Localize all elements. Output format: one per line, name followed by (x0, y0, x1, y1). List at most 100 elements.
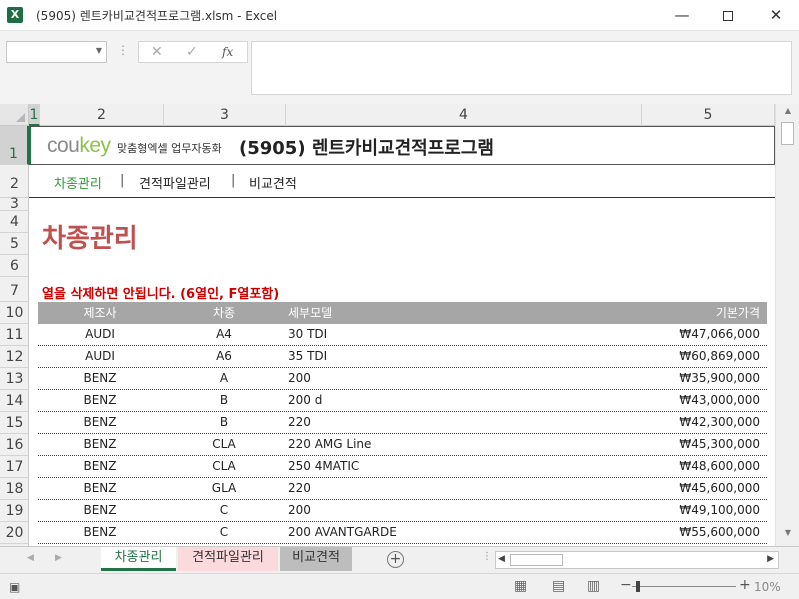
cell-car-type[interactable]: B (162, 390, 286, 411)
row-header[interactable]: 3 (0, 197, 29, 211)
cell-manufacturer[interactable]: AUDI (38, 324, 162, 345)
row-header[interactable]: 10 (0, 302, 29, 324)
row-header[interactable]: 20 (0, 522, 29, 544)
row-header[interactable]: 18 (0, 478, 29, 500)
row-header[interactable]: 19 (0, 500, 29, 522)
vertical-scrollbar[interactable]: ▲ ▼ (775, 104, 799, 546)
cell-model[interactable]: 250 4MATIC (288, 456, 488, 477)
header-manufacturer[interactable]: 제조사 (38, 302, 162, 324)
row-header[interactable]: 7 (0, 277, 29, 302)
table-row[interactable]: BENZ CLA 220 AMG Line ₩45,300,000 (38, 434, 767, 456)
zoom-out-button[interactable]: − (620, 577, 632, 593)
cell-model[interactable]: 200 d (288, 390, 488, 411)
cell-price[interactable]: ₩55,600,000 (558, 522, 760, 543)
cell-car-type[interactable]: C (162, 500, 286, 521)
row-header[interactable]: 17 (0, 456, 29, 478)
scroll-up-icon[interactable]: ▲ (776, 106, 799, 122)
table-row[interactable]: BENZ CLA 250 4MATIC ₩48,600,000 (38, 456, 767, 478)
nav-item-quote-files[interactable]: 견적파일관리 (139, 173, 211, 192)
tab-car-models[interactable]: 차종관리 (101, 547, 176, 571)
horizontal-scrollbar[interactable]: ◀ ▶ (495, 551, 779, 569)
cell-manufacturer[interactable]: BENZ (38, 434, 162, 455)
cancel-icon[interactable]: ✕ (151, 44, 163, 60)
zoom-slider-thumb[interactable] (636, 581, 640, 592)
cell-model[interactable]: 35 TDI (288, 346, 488, 367)
scroll-down-icon[interactable]: ▼ (776, 528, 799, 544)
table-row[interactable]: BENZ B 200 d ₩43,000,000 (38, 390, 767, 412)
row-header[interactable]: 15 (0, 412, 29, 434)
cell-model[interactable]: 220 AMG Line (288, 434, 488, 455)
scroll-right-icon[interactable]: ▶ (767, 554, 774, 564)
table-row[interactable]: BENZ C 200 AVANTGARDE ₩55,600,000 (38, 522, 767, 544)
cell-price[interactable]: ₩35,900,000 (558, 368, 760, 389)
scroll-left-icon[interactable]: ◀ (498, 554, 505, 564)
nav-item-car-models[interactable]: 차종관리 (54, 173, 102, 192)
cell-car-type[interactable]: B (162, 412, 286, 433)
row-header[interactable]: 5 (0, 233, 29, 255)
cell-model[interactable]: 30 TDI (288, 324, 488, 345)
cell-price[interactable]: ₩47,066,000 (558, 324, 760, 345)
row-header[interactable]: 12 (0, 346, 29, 368)
formula-input[interactable] (251, 41, 792, 95)
cell-manufacturer[interactable]: BENZ (38, 456, 162, 477)
row-header[interactable]: 13 (0, 368, 29, 390)
table-row[interactable]: AUDI A6 35 TDI ₩60,869,000 (38, 346, 767, 368)
cell-manufacturer[interactable]: AUDI (38, 346, 162, 367)
cell-price[interactable]: ₩48,600,000 (558, 456, 760, 477)
zoom-slider[interactable] (632, 586, 736, 587)
cell-price[interactable]: ₩42,300,000 (558, 412, 760, 433)
column-header[interactable]: 5 (642, 104, 775, 126)
column-header[interactable]: 2 (40, 104, 164, 126)
table-row[interactable]: BENZ A 200 ₩35,900,000 (38, 368, 767, 390)
column-header[interactable]: 1 (29, 104, 40, 126)
tab-scroll-right-icon[interactable]: ▶ (55, 553, 62, 563)
insert-function-icon[interactable]: fx (222, 45, 233, 59)
cell-price[interactable]: ₩43,000,000 (558, 390, 760, 411)
tab-scroll-left-icon[interactable]: ◀ (27, 553, 34, 563)
add-sheet-button[interactable]: + (387, 551, 404, 568)
zoom-level[interactable]: 10% (754, 580, 781, 594)
cell-model[interactable]: 200 (288, 500, 488, 521)
cell-price[interactable]: ₩45,300,000 (558, 434, 760, 455)
row-header[interactable]: 4 (0, 211, 29, 233)
row-header[interactable]: 11 (0, 324, 29, 346)
cell-price[interactable]: ₩45,600,000 (558, 478, 760, 499)
row-header[interactable]: 6 (0, 255, 29, 277)
page-layout-view-icon[interactable]: ▤ (552, 578, 565, 594)
tab-split-handle-icon[interactable]: ⋮ (482, 551, 492, 562)
row-header[interactable]: 14 (0, 390, 29, 412)
row-header[interactable]: 2 (0, 165, 29, 198)
row-header[interactable]: 16 (0, 434, 29, 456)
cell-model[interactable]: 220 (288, 412, 488, 433)
column-header[interactable]: 4 (286, 104, 642, 126)
scroll-thumb[interactable] (781, 122, 794, 145)
chevron-down-icon[interactable]: ▼ (96, 46, 102, 55)
cell-manufacturer[interactable]: BENZ (38, 368, 162, 389)
table-row[interactable]: BENZ C 200 ₩49,100,000 (38, 500, 767, 522)
cell-price[interactable]: ₩60,869,000 (558, 346, 760, 367)
tab-compare[interactable]: 비교견적 (280, 547, 352, 571)
cell-manufacturer[interactable]: BENZ (38, 390, 162, 411)
cell-model[interactable]: 220 (288, 478, 488, 499)
cell-car-type[interactable]: GLA (162, 478, 286, 499)
drag-handle-icon[interactable]: ⋮ (117, 43, 129, 57)
cell-manufacturer[interactable]: BENZ (38, 478, 162, 499)
macro-recording-icon[interactable]: ▣ (9, 580, 20, 594)
normal-view-icon[interactable]: ▦ (514, 578, 527, 594)
zoom-in-button[interactable]: + (739, 577, 751, 593)
tab-quote-files[interactable]: 견적파일관리 (178, 547, 278, 571)
column-header[interactable]: 3 (164, 104, 286, 126)
enter-icon[interactable]: ✓ (186, 44, 198, 60)
nav-item-compare[interactable]: 비교견적 (249, 173, 297, 192)
sheet-content[interactable]: coukey 맞춤형엑셀 업무자동화 (5905) 렌트카비교견적프로그램 차종… (29, 126, 775, 546)
cell-car-type[interactable]: A6 (162, 346, 286, 367)
page-break-view-icon[interactable]: ▥ (587, 578, 600, 594)
close-button[interactable]: ✕ (753, 0, 799, 31)
cell-car-type[interactable]: CLA (162, 434, 286, 455)
cell-manufacturer[interactable]: BENZ (38, 500, 162, 521)
header-car-type[interactable]: 차종 (162, 302, 286, 324)
cell-car-type[interactable]: A (162, 368, 286, 389)
cell-model[interactable]: 200 (288, 368, 488, 389)
row-header[interactable]: 1 (0, 126, 29, 165)
minimize-button[interactable]: — (659, 0, 705, 31)
